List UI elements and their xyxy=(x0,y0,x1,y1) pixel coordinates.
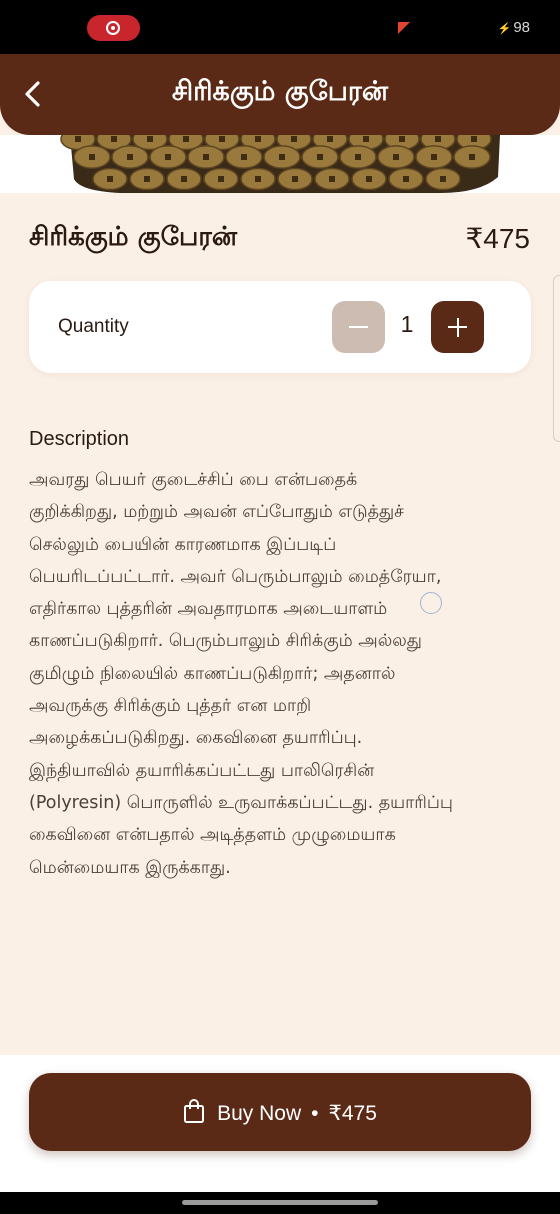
quantity-card: Quantity 1 xyxy=(29,281,531,373)
quantity-label: Quantity xyxy=(58,316,129,337)
quantity-decrement-button[interactable] xyxy=(332,301,385,353)
system-nav-bar xyxy=(0,1192,560,1214)
description-line: காணப்படுகிறார். பெரும்பாலும் சிரிக்கும் … xyxy=(29,631,422,652)
buy-now-price: ₹475 xyxy=(328,1102,377,1125)
description-line: அவரது பெயர் குடைச்சிப் பை என்பதைக் xyxy=(29,470,358,490)
description-line: பெயரிடப்பட்டார். அவர் பெரும்பாலும் மைத்ர… xyxy=(29,566,442,587)
bottom-action-bar: Buy Now • ₹475 xyxy=(0,1055,560,1192)
description-line: அவருக்கு சிரிக்கும் புத்தர் என மாறி xyxy=(29,696,312,717)
description-heading: Description xyxy=(29,428,130,450)
shopping-bag-icon xyxy=(184,1099,205,1123)
screen-record-indicator[interactable] xyxy=(87,15,140,41)
battery-indicator: ⚡ 98 xyxy=(498,19,530,36)
home-indicator[interactable] xyxy=(182,1200,378,1205)
description-line: இந்தியாவில் தயாரிக்கப்பட்டது பாலிரெசின் xyxy=(29,760,375,781)
description-line: கைவினை என்பதால் அடித்தளம் முழுமையாக xyxy=(29,825,396,846)
buy-separator: • xyxy=(311,1102,319,1125)
page-title: சிரிக்கும் குபேரன் xyxy=(171,76,389,107)
battery-icon: ⚡ xyxy=(497,23,512,35)
description-line: (Polyresin) பொருளில் உருவாக்கப்பட்டது. த… xyxy=(29,792,453,813)
scrollbar[interactable] xyxy=(553,275,560,442)
description-line: குறிக்கிறது, மற்றும் அவன் எப்போதும் எடுத… xyxy=(29,502,404,523)
product-image xyxy=(0,135,560,193)
quantity-value: 1 xyxy=(400,311,414,337)
screen-record-icon xyxy=(106,21,120,35)
buy-now-label: Buy Now xyxy=(217,1102,302,1125)
product-name: சிரிக்கும் குபேரன் xyxy=(29,222,238,252)
battery-level: 98 xyxy=(513,19,530,36)
buy-now-content: Buy Now • ₹475 xyxy=(29,1099,531,1126)
minus-icon xyxy=(349,326,368,328)
description-line: செல்லும் பையின் காரணமாக இப்படிப் xyxy=(29,534,337,555)
description-line: எதிர்கால புத்தரின் அவதாரமாக அடையாளம் xyxy=(29,599,388,620)
description-line: அழைக்கப்படுகிறது. கைவினை தயாரிப்பு. xyxy=(29,728,363,749)
description-line: மென்மையாக இருக்காது. xyxy=(29,857,231,878)
quantity-increment-button[interactable] xyxy=(431,301,484,353)
app-header: சிரிக்கும் குபேரன் xyxy=(0,54,560,135)
touch-indicator xyxy=(420,592,442,614)
product-price: ₹475 xyxy=(465,223,530,254)
signal-icon xyxy=(398,22,410,34)
description-text: அவரது பெயர் குடைச்சிப் பை என்பதைக் குறிக… xyxy=(29,464,535,884)
status-bar: ⚡ 98 xyxy=(0,0,560,56)
buy-now-button[interactable]: Buy Now • ₹475 xyxy=(29,1073,531,1151)
description-line: குமிழும் நிலையில் காணப்படுகிறார்; அதனால் xyxy=(29,663,396,684)
